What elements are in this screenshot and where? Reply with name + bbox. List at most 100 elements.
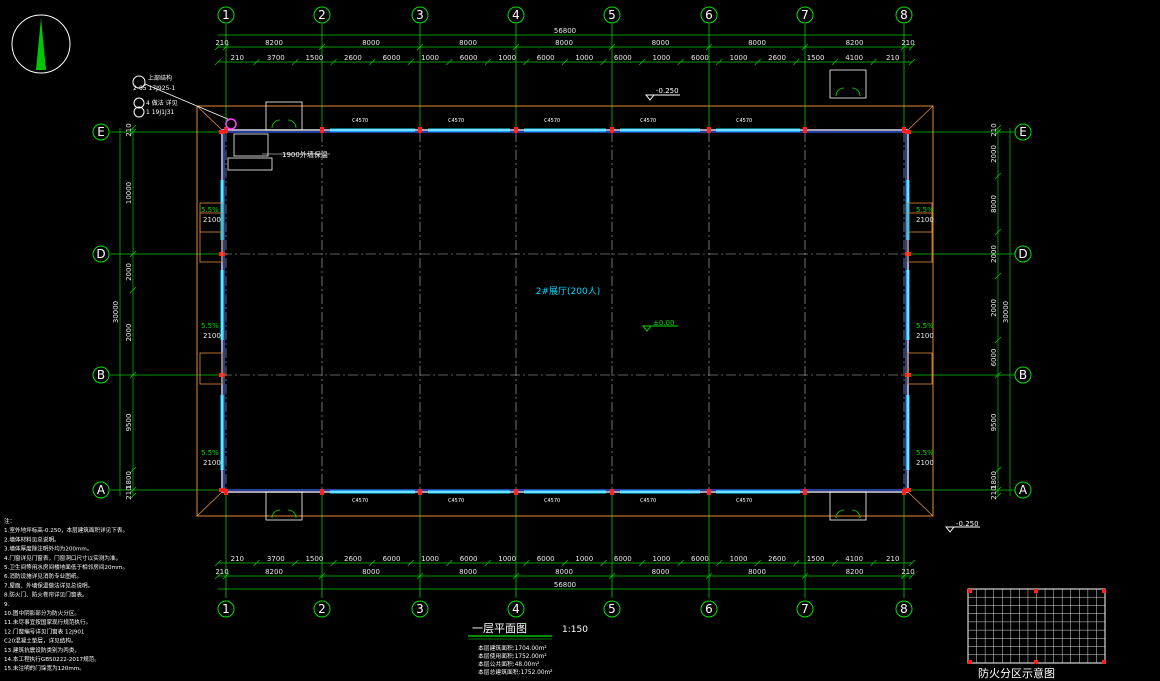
dimension-text: 6000 — [383, 555, 401, 563]
callout-line-4: 1 19J1J31 — [146, 109, 175, 116]
dimension-text: 8200 — [846, 39, 864, 47]
structural-column — [418, 127, 422, 133]
dimension-text: 210 — [901, 568, 914, 576]
dimension-text: 4100 — [845, 555, 863, 563]
dimension-text: 1000 — [421, 555, 439, 563]
note-line: 12.门窗编号详见门窗表 12J901 — [4, 627, 85, 635]
structural-column — [905, 488, 911, 492]
axis-label: 8 — [900, 602, 908, 616]
dimension-text: 2000 — [990, 299, 998, 317]
axis-label: 8 — [900, 8, 908, 22]
dimension-text: 1500 — [807, 54, 825, 62]
note-line: 9. — [4, 602, 10, 608]
axis-label: 6 — [705, 602, 713, 616]
window-code: C4570 — [352, 498, 368, 504]
dimension-text: 1500 — [305, 54, 323, 62]
note-line: 3.墙体厚度除注明外均为200mm。 — [4, 545, 92, 553]
dimension-text: 8000 — [990, 195, 998, 213]
note-line: 1.室外地坪标高-0.250，本层建筑面积详见下表。 — [4, 526, 128, 534]
axis-label: 2 — [318, 8, 326, 22]
note-line: 11.未尽事宜按国家现行规范执行。 — [4, 618, 91, 626]
elevation-right-label: -0.250 — [956, 520, 979, 528]
legend-title[interactable]: 防火分区示意图 — [978, 666, 1055, 680]
elevation-center-label: ±0.00 — [653, 319, 674, 327]
elevation-top-label: -0.250 — [656, 87, 679, 95]
dimension-text: 210 — [886, 54, 899, 62]
dimension-text: 8000 — [362, 39, 380, 47]
total-dimension: 56800 — [554, 581, 576, 589]
window-width-label: 2100 — [916, 332, 934, 340]
legend-marker — [1102, 660, 1106, 664]
note-line: 4.门窗详见门窗表，门窗洞口尺寸以实测为准。 — [4, 554, 121, 562]
dimension-text: 2000 — [125, 263, 133, 281]
area-stat: 本层使用面积:1752.00m² — [478, 652, 547, 660]
total-dimension: 30000 — [112, 301, 120, 323]
cad-drawing-canvas[interactable]: 1 1 2 2 3 3 4 4 5 5 6 6 7 7 8 8 A A B B D D E E C4570 C4570 C4570… — [0, 0, 1160, 681]
dimension-text: 8000 — [362, 568, 380, 576]
axis-label: A — [1019, 483, 1028, 497]
slope-label: 5.5% — [201, 206, 219, 214]
structural-column — [610, 127, 614, 133]
area-stat: 本层总建筑面积:1752.00m² — [478, 668, 552, 676]
axis-label: B — [97, 368, 105, 382]
total-dimension: 56800 — [554, 27, 576, 35]
dimension-text: 2000 — [990, 245, 998, 263]
dimension-text: 1800 — [125, 471, 133, 489]
axis-label: 6 — [705, 8, 713, 22]
dimension-text: 8000 — [555, 39, 573, 47]
dimension-text: 1000 — [652, 54, 670, 62]
structural-column — [707, 127, 711, 133]
dimension-text: 9500 — [990, 414, 998, 432]
dimension-text: 2600 — [344, 555, 362, 563]
window-code: C4570 — [448, 498, 464, 504]
axis-label: B — [1019, 368, 1027, 382]
dimension-text: 1500 — [305, 555, 323, 563]
note-line: 5.卫生间等用水房间楼地面低于相邻房间20mm。 — [4, 563, 128, 571]
axis-label: 1 — [222, 602, 230, 616]
dimension-text: 2600 — [768, 54, 786, 62]
structural-column — [803, 489, 807, 495]
dimension-text: 6000 — [614, 54, 632, 62]
structural-column — [418, 489, 422, 495]
window-code: C4570 — [352, 118, 368, 124]
window-width-label: 2100 — [203, 459, 221, 467]
note-line: 8.防火门、防火卷帘详见门窗表。 — [4, 591, 88, 599]
window-code: C4570 — [736, 118, 752, 124]
drawing-scale: 1:150 — [562, 625, 588, 635]
dimension-text: 6000 — [460, 54, 478, 62]
dimension-text: 210 — [215, 568, 228, 576]
window-width-label: 2100 — [916, 459, 934, 467]
drawing-title[interactable]: 一层平面图 — [472, 622, 527, 635]
dimension-text: 2000 — [125, 324, 133, 342]
legend-marker — [1034, 660, 1038, 664]
axis-label: 2 — [318, 602, 326, 616]
window-code: C4570 — [640, 118, 656, 124]
dimension-text: 1000 — [730, 54, 748, 62]
dimension-text: 1000 — [575, 555, 593, 563]
dimension-text: 1000 — [730, 555, 748, 563]
axis-label: A — [97, 483, 106, 497]
dimension-text: 8000 — [459, 568, 477, 576]
dimension-text: 8000 — [652, 39, 670, 47]
axis-label: E — [1019, 125, 1027, 139]
dimension-text: 1000 — [421, 54, 439, 62]
area-stat: 本层建筑面积:1704.00m² — [478, 644, 547, 652]
axis-label: 3 — [416, 602, 424, 616]
slope-label: 5.5% — [916, 206, 934, 214]
dimension-text: 210 — [901, 39, 914, 47]
dimension-text: 6000 — [614, 555, 632, 563]
window-code: C4570 — [448, 118, 464, 124]
total-dimension: 30000 — [1002, 301, 1010, 323]
dimension-text: 8200 — [265, 568, 283, 576]
dimension-text: 6000 — [990, 349, 998, 367]
structural-column — [320, 489, 324, 495]
note-line: 13.建筑抗震设防类别为丙类， — [4, 646, 80, 654]
dimension-text: 2000 — [990, 145, 998, 163]
note-line: 7.屋面、外墙保温做法详见总说明。 — [4, 581, 93, 589]
dimension-text: 8000 — [748, 568, 766, 576]
dimension-text: 1800 — [990, 471, 998, 489]
axis-label: 7 — [801, 602, 809, 616]
callout-line-2: 2-05 17J925-1 — [133, 85, 176, 92]
dimension-text: 210 — [231, 555, 244, 563]
room-label[interactable]: 2#展厅(200人) — [536, 286, 600, 297]
